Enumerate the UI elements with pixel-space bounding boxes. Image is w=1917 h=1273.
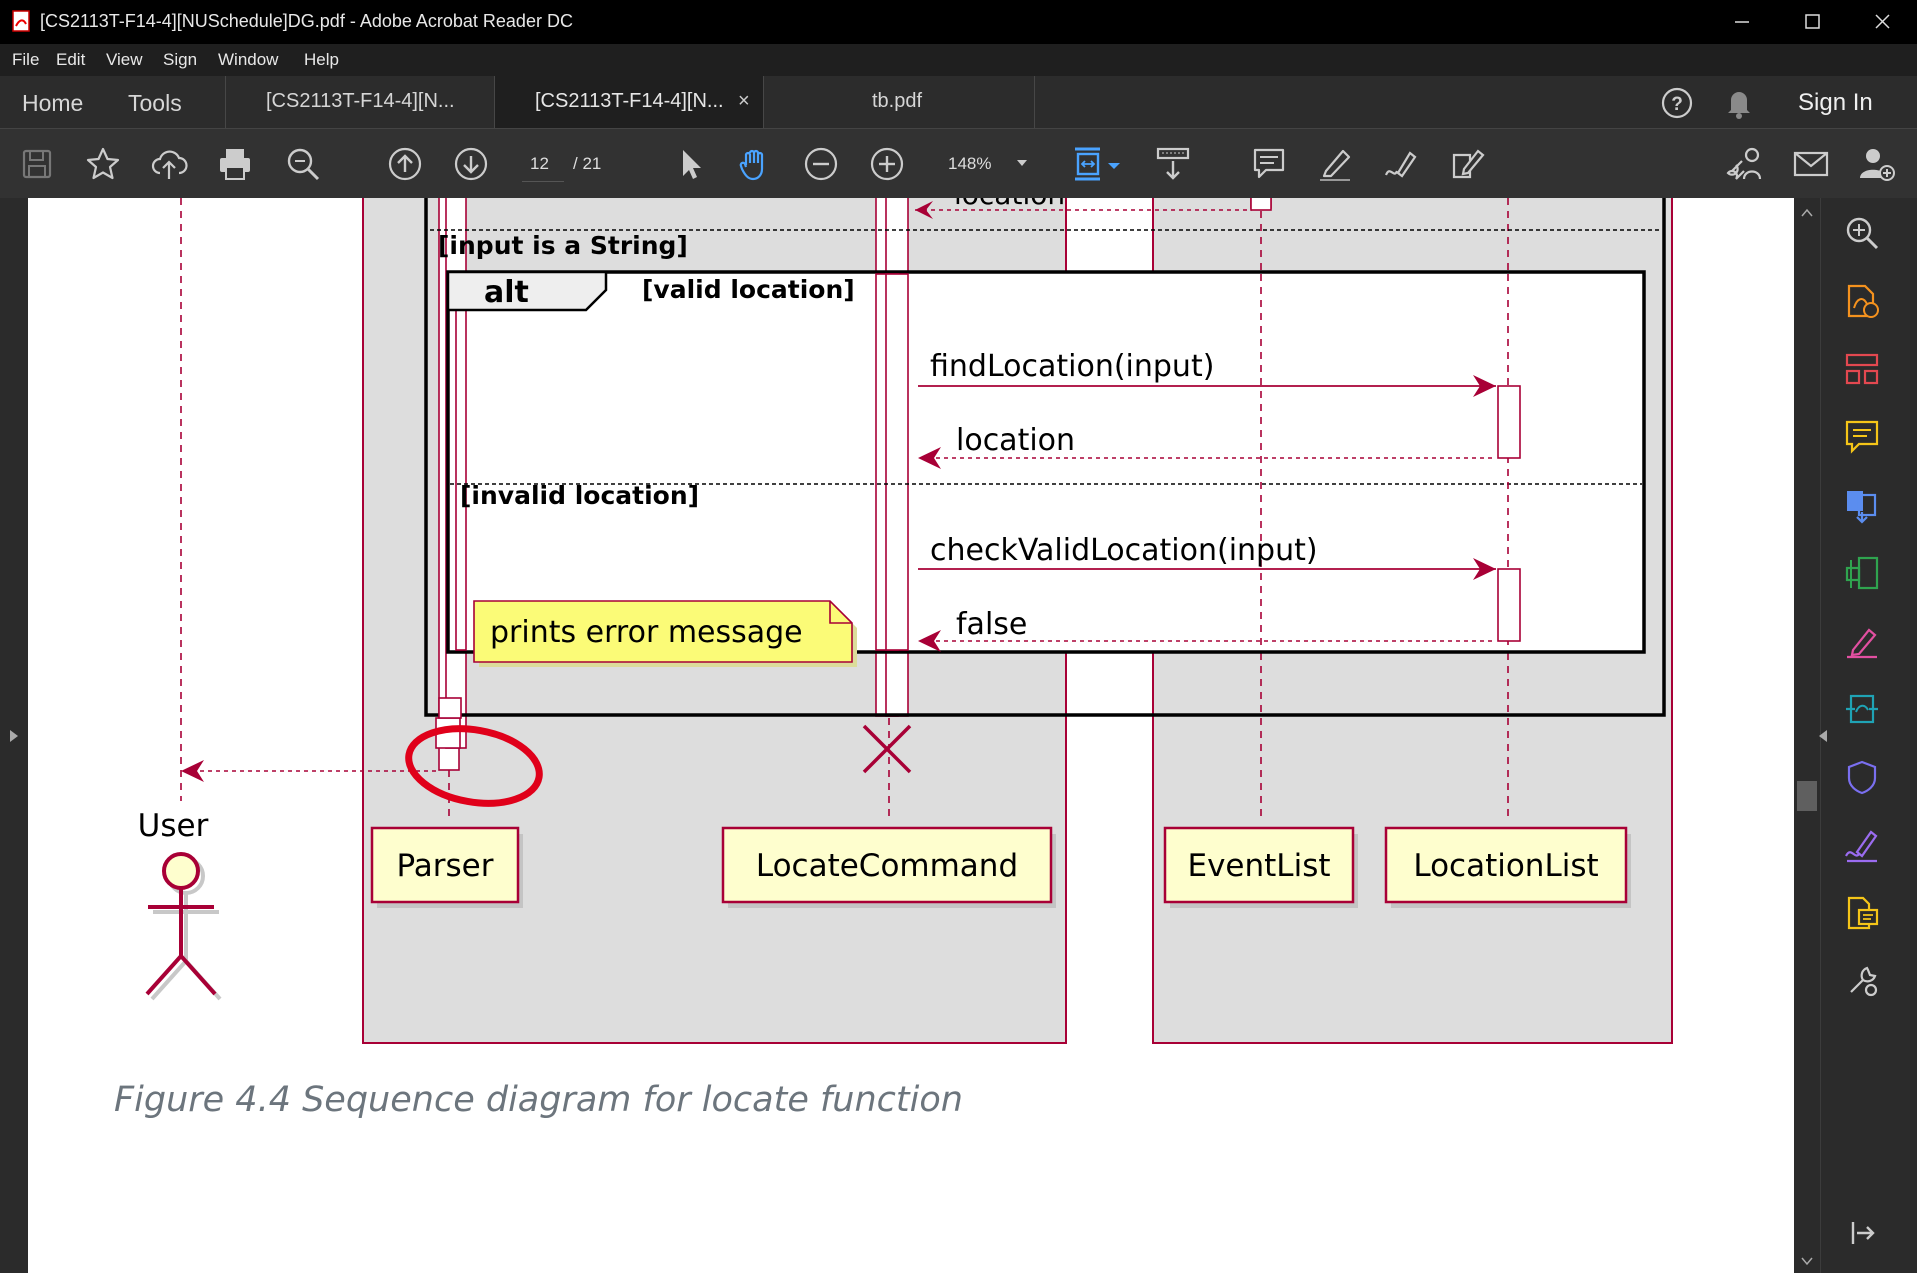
scroll-down-icon[interactable] bbox=[1801, 1256, 1813, 1266]
zoom-in-icon[interactable] bbox=[868, 145, 906, 183]
title-bar: [CS2113T-F14-4][NUSchedule]DG.pdf - Adob… bbox=[0, 0, 1917, 44]
upload-cloud-icon[interactable] bbox=[150, 145, 188, 183]
scroll-mode-icon[interactable] bbox=[1154, 145, 1192, 183]
help-icon[interactable]: ? bbox=[1660, 86, 1694, 120]
highlight-pen-icon[interactable] bbox=[1316, 145, 1354, 183]
menu-file[interactable]: File bbox=[12, 50, 39, 70]
print-icon[interactable] bbox=[216, 145, 254, 183]
return-location: location bbox=[956, 423, 1075, 458]
menu-bar: File Edit View Sign Window Help bbox=[0, 44, 1917, 76]
scroll-up-icon[interactable] bbox=[1801, 208, 1813, 218]
notification-bell-icon[interactable] bbox=[1723, 86, 1755, 120]
chevron-down-icon bbox=[1017, 160, 1027, 166]
menu-view[interactable]: View bbox=[106, 50, 143, 70]
compare-icon[interactable] bbox=[1843, 894, 1881, 932]
menu-sign[interactable]: Sign bbox=[163, 50, 197, 70]
draw-icon[interactable] bbox=[1382, 145, 1420, 183]
pdf-page[interactable]: [input is a String] location alt [valid … bbox=[28, 198, 1794, 1273]
zoom-search-icon[interactable] bbox=[284, 145, 322, 183]
edit-pdf-icon[interactable] bbox=[1843, 554, 1881, 592]
close-window-icon[interactable] bbox=[1847, 0, 1917, 44]
activation-bar bbox=[1497, 385, 1521, 459]
menu-window[interactable]: Window bbox=[218, 50, 278, 70]
tab-divider bbox=[1034, 76, 1035, 128]
left-panel-strip bbox=[0, 198, 28, 1273]
message-check-valid-location: checkValidLocation(input) bbox=[930, 533, 1318, 568]
guard-valid-location: [valid location] bbox=[642, 275, 855, 304]
maximize-icon[interactable] bbox=[1777, 0, 1847, 44]
tab-document-3[interactable]: tb.pdf bbox=[764, 76, 1034, 128]
right-tools-panel bbox=[1817, 198, 1917, 1273]
minimize-icon[interactable] bbox=[1706, 0, 1776, 44]
page-down-icon[interactable] bbox=[452, 145, 490, 183]
alt-frame bbox=[446, 270, 1646, 654]
fill-sign-icon[interactable] bbox=[1448, 145, 1486, 183]
acrobat-logo-icon bbox=[12, 10, 30, 32]
search-zoom-icon[interactable] bbox=[1843, 214, 1881, 252]
menu-edit[interactable]: Edit bbox=[56, 50, 85, 70]
page-up-icon[interactable] bbox=[386, 145, 424, 183]
scrollbar-thumb[interactable] bbox=[1797, 781, 1817, 811]
tab-document-2-active[interactable]: [CS2113T-F14-4][N... × bbox=[495, 76, 763, 128]
activation-bar bbox=[1497, 568, 1521, 642]
note-text: prints error message bbox=[490, 615, 803, 650]
collapse-right-arrow-icon[interactable] bbox=[1817, 728, 1829, 744]
participant-locationlist-label: LocationList bbox=[1413, 848, 1598, 884]
add-user-icon[interactable] bbox=[1858, 145, 1896, 183]
export-pdf-icon[interactable] bbox=[1843, 282, 1881, 320]
participant-eventlist-label: EventList bbox=[1188, 848, 1331, 884]
combine-files-icon[interactable] bbox=[1843, 486, 1881, 524]
guard-input-string: [input is a String] bbox=[438, 231, 688, 260]
more-tools-icon[interactable] bbox=[1843, 962, 1881, 1000]
actor-user-figure bbox=[145, 852, 222, 1001]
guard-invalid-location: [invalid location] bbox=[460, 481, 699, 510]
collapse-panel-icon[interactable] bbox=[1843, 1214, 1881, 1252]
actor-user-label: User bbox=[138, 808, 209, 844]
comment-icon[interactable] bbox=[1250, 145, 1288, 183]
organize-pages-icon[interactable] bbox=[1843, 350, 1881, 388]
svg-text:?: ? bbox=[1671, 94, 1683, 115]
email-icon[interactable] bbox=[1792, 145, 1830, 183]
expand-left-panel-icon[interactable] bbox=[8, 728, 20, 744]
tab-document-1[interactable]: [CS2113T-F14-4][N... bbox=[226, 76, 494, 128]
fit-page-icon[interactable] bbox=[1070, 145, 1124, 183]
hand-icon[interactable] bbox=[736, 145, 774, 183]
zoom-level-dropdown[interactable]: 148% bbox=[934, 143, 1034, 183]
sign-in-button[interactable]: Sign In bbox=[1798, 89, 1873, 117]
select-arrow-icon[interactable] bbox=[672, 145, 710, 183]
window-title: [CS2113T-F14-4][NUSchedule]DG.pdf - Adob… bbox=[40, 11, 573, 31]
share-link-icon[interactable] bbox=[1724, 145, 1762, 183]
tab-tools[interactable]: Tools bbox=[110, 76, 225, 128]
figure-caption: Figure 4.4 Sequence diagram for locate f… bbox=[114, 1080, 963, 1120]
return-false: false bbox=[956, 607, 1027, 642]
fill-sign-panel-icon[interactable] bbox=[1843, 622, 1881, 660]
signature-icon[interactable] bbox=[1843, 826, 1881, 864]
toolbar: 12 / 21 148% bbox=[0, 128, 1917, 200]
participant-locatecommand-label: LocateCommand bbox=[756, 848, 1018, 884]
protect-icon[interactable] bbox=[1843, 758, 1881, 796]
page-number-input[interactable]: 12 bbox=[522, 147, 564, 182]
message-find-location: findLocation(input) bbox=[930, 349, 1214, 384]
bookmark-star-icon[interactable] bbox=[84, 145, 122, 183]
top-return-label: location bbox=[954, 198, 1065, 211]
alt-keyword: alt bbox=[484, 275, 529, 310]
participant-parser-label: Parser bbox=[396, 848, 493, 884]
zoom-out-icon[interactable] bbox=[802, 145, 840, 183]
menu-help[interactable]: Help bbox=[304, 50, 339, 70]
tab-close-icon[interactable]: × bbox=[738, 90, 750, 113]
send-review-icon[interactable] bbox=[1843, 690, 1881, 728]
tab-bar: Home Tools [CS2113T-F14-4][N... [CS2113T… bbox=[0, 76, 1917, 128]
tab-home[interactable]: Home bbox=[0, 76, 110, 128]
comment-panel-icon[interactable] bbox=[1843, 418, 1881, 456]
page-total: / 21 bbox=[573, 154, 602, 173]
save-icon[interactable] bbox=[18, 145, 56, 183]
